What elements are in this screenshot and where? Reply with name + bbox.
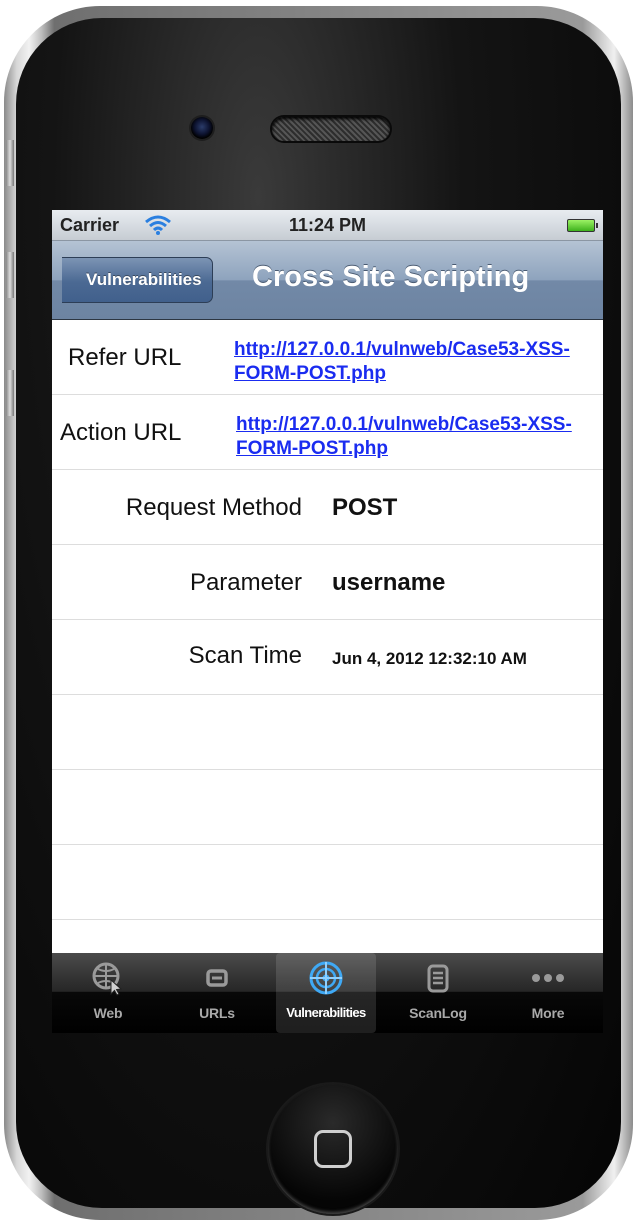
tab-more[interactable]: More [498,953,598,1033]
action-url-link[interactable]: http://127.0.0.1/vulnweb/Case53-XSS-FORM… [236,413,581,461]
detail-table: Refer URL http://127.0.0.1/vulnweb/Case5… [52,320,603,920]
tab-vulnerabilities-label: Vulnerabilities [286,1005,366,1020]
tab-more-label: More [531,1005,565,1021]
detail-row-request-method: Request Method POST [52,470,603,545]
battery-icon [567,219,598,232]
detail-row-parameter: Parameter username [52,545,603,620]
screen: Carrier 11:24 PM Vulnerabilities Cross S… [52,210,603,1033]
tab-web[interactable]: Web [58,953,158,1033]
tab-scanlog-label: ScanLog [409,1005,467,1021]
back-button[interactable]: Vulnerabilities [62,257,213,303]
link-icon [206,969,228,987]
tab-vulnerabilities[interactable]: Vulnerabilities [276,953,376,1033]
navigation-bar: Vulnerabilities Cross Site Scripting [52,241,603,320]
tab-web-label: Web [93,1005,123,1021]
tab-scanlog[interactable]: ScanLog [388,953,488,1033]
action-url-label: Action URL [60,419,182,446]
page-title: Cross Site Scripting [252,261,530,293]
parameter-label: Parameter [189,569,302,596]
empty-row [52,845,603,920]
empty-row [52,695,603,770]
home-square-icon [314,1130,352,1168]
globe-cursor-icon [92,962,123,996]
home-button[interactable] [268,1084,398,1214]
front-camera [191,117,213,139]
scan-time-label: Scan Time [188,642,302,669]
more-dots-icon [532,974,564,982]
detail-row-scan-time: Scan Time Jun 4, 2012 12:32:10 AM [52,620,603,695]
refer-url-link[interactable]: http://127.0.0.1/vulnweb/Case53-XSS-FORM… [234,338,579,386]
status-bar: Carrier 11:24 PM [52,210,603,241]
tab-urls[interactable]: URLs [167,953,267,1033]
mute-switch [6,140,14,186]
empty-row [52,770,603,845]
volume-up-button [6,252,14,298]
clock: 11:24 PM [288,215,367,235]
refer-url-label: Refer URL [68,344,182,371]
tab-urls-label: URLs [199,1005,235,1021]
request-method-value: POST [332,494,398,521]
detail-row-refer-url: Refer URL http://127.0.0.1/vulnweb/Case5… [52,320,603,395]
target-icon [309,961,343,995]
document-list-icon [427,964,449,993]
request-method-label: Request Method [125,494,302,521]
volume-down-button [6,370,14,416]
tab-bar: Web URLs Vulnerabilities ScanLog More [52,953,603,1033]
detail-row-action-url: Action URL http://127.0.0.1/vulnweb/Case… [52,395,603,470]
scan-time-value: Jun 4, 2012 12:32:10 AM [332,649,527,668]
earpiece-speaker [272,117,390,141]
parameter-value: username [332,569,446,596]
